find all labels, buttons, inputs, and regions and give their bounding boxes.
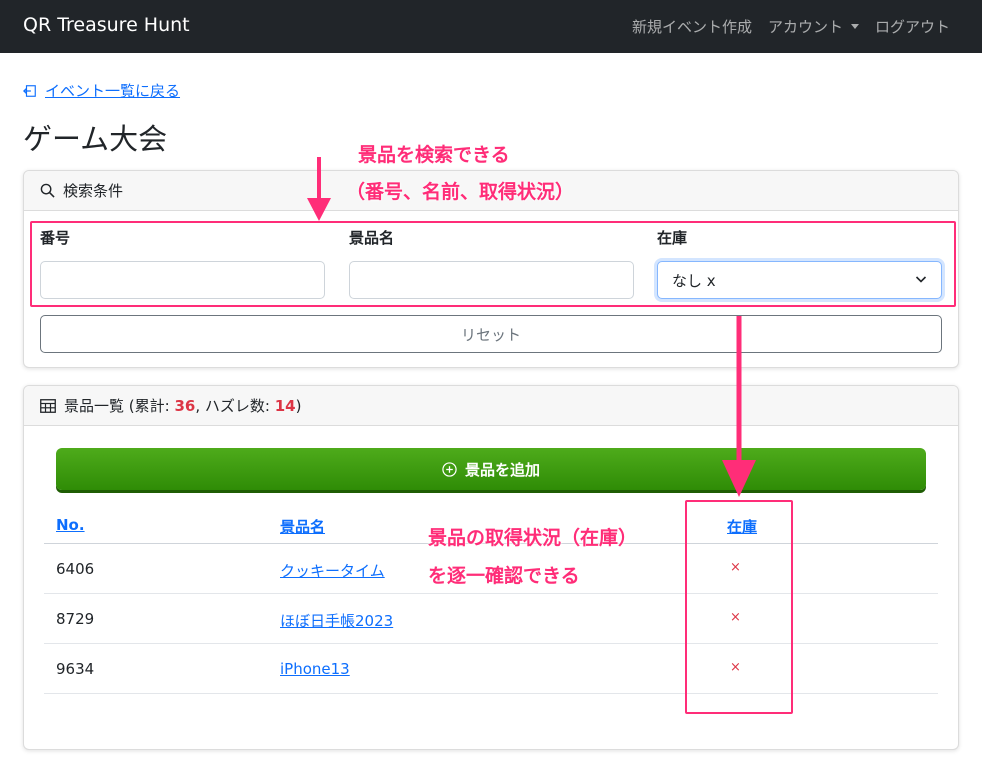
nav-account-label: アカウント (767, 18, 843, 36)
plus-circle-icon (442, 461, 457, 477)
nav-logout[interactable]: ログアウト (875, 16, 950, 37)
row-prize-link[interactable]: iPhone13 (280, 660, 350, 678)
row-number: 9634 (56, 660, 95, 678)
search-card-title: 検索条件 (63, 182, 124, 200)
search-annotation-line1: 景品を検索できる (358, 144, 510, 166)
prize-list-title-suffix: ) (295, 397, 302, 415)
search-fields-highlight-box (30, 221, 956, 307)
table-icon (40, 398, 56, 413)
stock-column-highlight-box (685, 500, 793, 714)
back-link-label: イベント一覧に戻る (45, 82, 181, 100)
caret-down-icon (850, 24, 859, 29)
table-row: 8729 ほぼ日手帳2023 × (44, 594, 938, 644)
table-row: 9634 iPhone13 × (44, 644, 938, 694)
search-icon (40, 183, 55, 198)
miss-count: 14 (274, 397, 296, 415)
page-title: ゲーム大会 (23, 122, 168, 156)
box-arrow-left-icon (23, 84, 36, 97)
stock-annotation-line1: 景品の取得状況（在庫） (428, 527, 638, 549)
prize-list-title-prefix: 景品一覧 (累計: (64, 397, 175, 415)
top-navbar: QR Treasure Hunt 新規イベント作成 アカウント ログアウト (0, 0, 982, 53)
add-prize-button[interactable]: 景品を追加 (56, 448, 926, 490)
reset-button[interactable]: リセット (40, 315, 942, 353)
row-number: 8729 (56, 610, 95, 628)
nav-account-dropdown[interactable]: アカウント (768, 16, 859, 37)
column-header-prize-name[interactable]: 景品名 (280, 516, 325, 537)
total-count: 36 (174, 397, 196, 415)
row-prize-link[interactable]: クッキータイム (280, 560, 385, 581)
nav-links: 新規イベント作成 アカウント ログアウト (632, 16, 950, 37)
row-prize-link[interactable]: ほぼ日手帳2023 (280, 610, 393, 631)
back-to-events-link[interactable]: イベント一覧に戻る (23, 80, 180, 101)
row-number: 6406 (56, 560, 95, 578)
column-header-no[interactable]: No. (56, 516, 85, 534)
brand-logo[interactable]: QR Treasure Hunt (23, 14, 190, 36)
search-annotation-line2: （番号、名前、取得状況） (346, 181, 575, 203)
nav-new-event[interactable]: 新規イベント作成 (632, 16, 752, 37)
add-prize-label: 景品を追加 (464, 460, 540, 479)
stock-annotation-line2: を逐一確認できる (428, 565, 580, 587)
prize-list-title-mid: , ハズレ数: (195, 397, 275, 415)
prize-list-header: 景品一覧 (累計: 36, ハズレ数: 14) (24, 386, 958, 426)
prize-list-title: 景品一覧 (累計: 36, ハズレ数: 14) (64, 395, 301, 416)
